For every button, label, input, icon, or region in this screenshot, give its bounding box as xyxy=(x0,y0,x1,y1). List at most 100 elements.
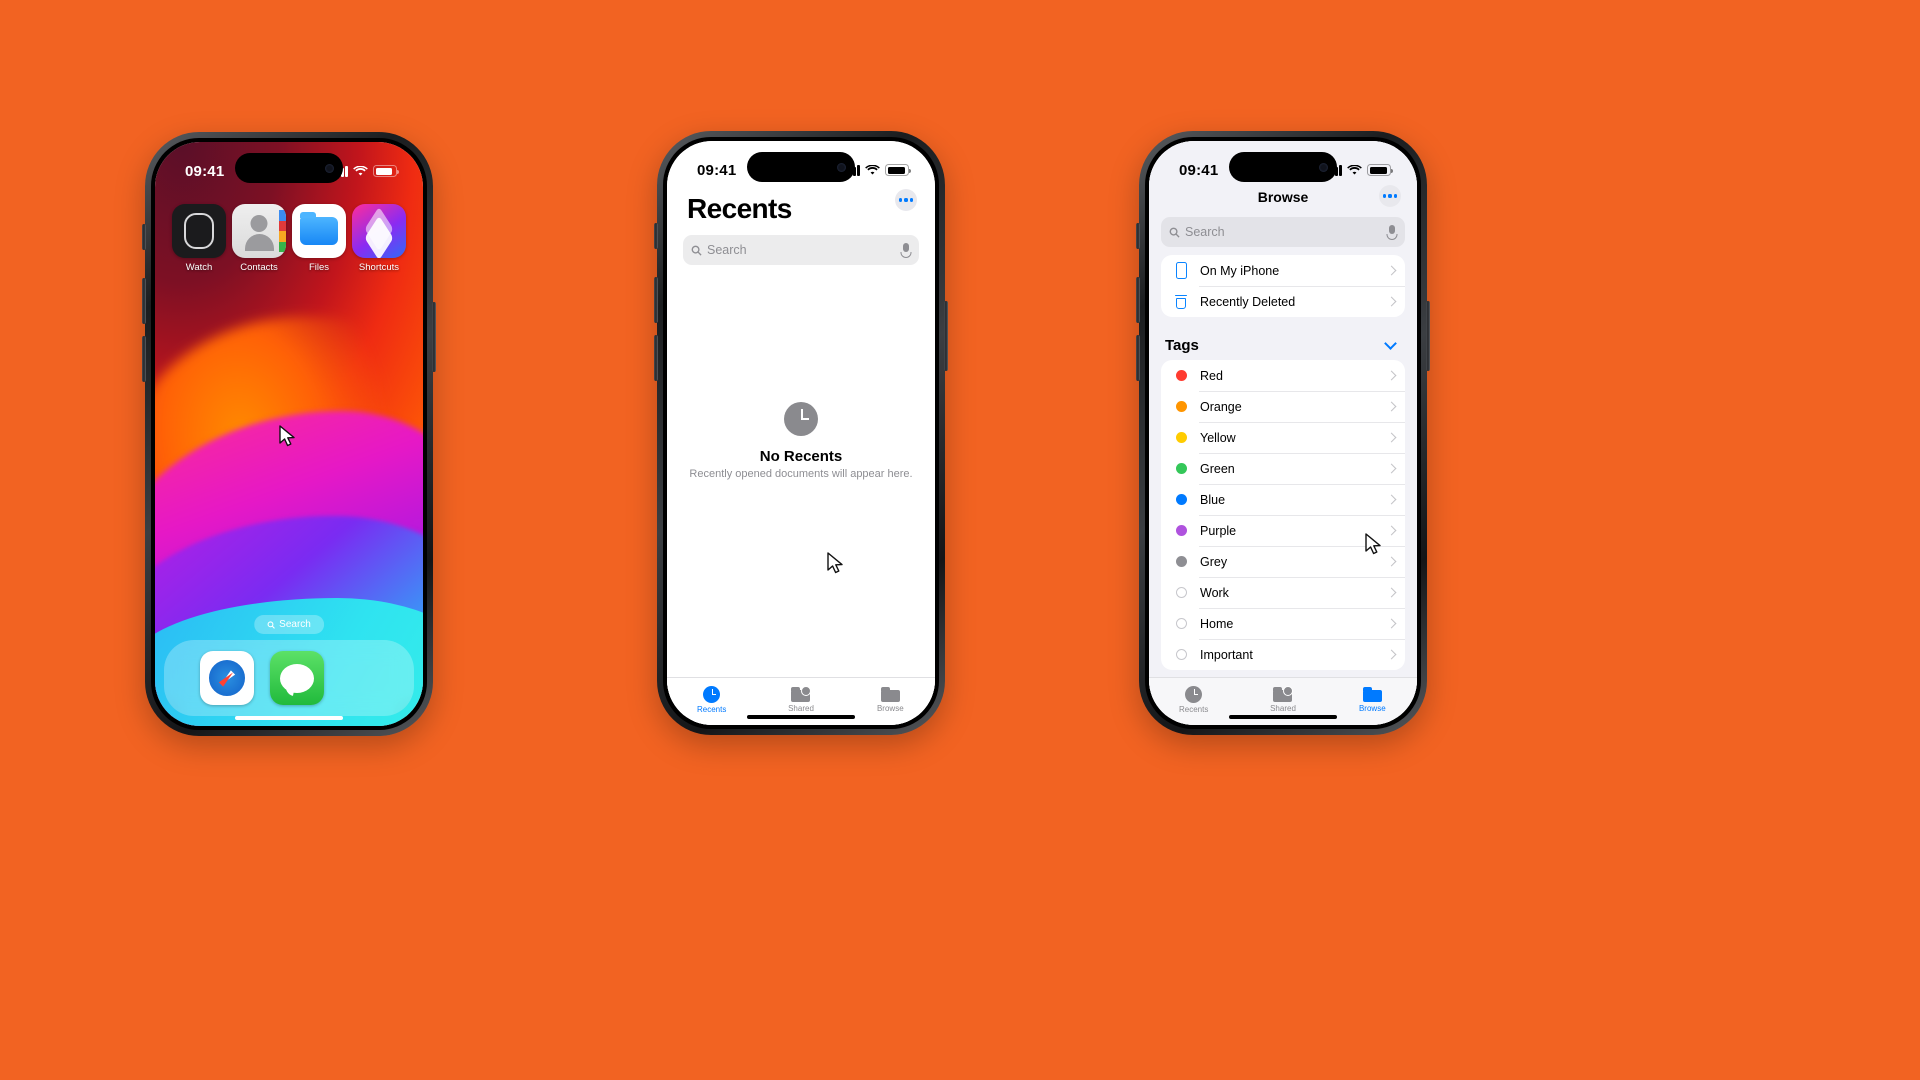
home-search-label: Search xyxy=(279,619,311,630)
shortcuts-app-icon xyxy=(352,204,406,258)
chevron-right-icon xyxy=(1386,618,1397,629)
app-grid: Watch Contacts Files Shortcuts xyxy=(155,204,423,273)
tab-browse[interactable]: Browse xyxy=(1328,678,1417,721)
volume-up-button[interactable] xyxy=(1136,277,1140,323)
chevron-right-icon xyxy=(1386,370,1397,381)
tag-label: Grey xyxy=(1200,554,1228,569)
phone-3-files-browse: 09:41 Browse Search On My iPhone Recentl… xyxy=(1136,131,1430,735)
clock-icon xyxy=(703,685,721,703)
tag-label: Work xyxy=(1200,585,1229,600)
tag-color-dot xyxy=(1175,556,1187,567)
safari-app-icon[interactable] xyxy=(200,651,254,705)
app-label: Contacts xyxy=(240,262,278,273)
tag-label: Red xyxy=(1200,368,1223,383)
chevron-down-icon[interactable] xyxy=(1384,337,1397,350)
volume-up-button[interactable] xyxy=(654,277,658,323)
tag-color-dot xyxy=(1175,494,1187,505)
list-item-tag[interactable]: Purple xyxy=(1161,515,1405,546)
tag-color-dot xyxy=(1175,370,1187,381)
dynamic-island xyxy=(747,152,855,182)
microphone-icon[interactable] xyxy=(900,242,911,258)
list-item-label: Recently Deleted xyxy=(1200,294,1296,309)
chevron-right-icon xyxy=(1386,401,1397,412)
tab-label: Browse xyxy=(1358,703,1386,713)
list-item-tag[interactable]: Green xyxy=(1161,453,1405,484)
tab-label: Recents xyxy=(1178,704,1209,714)
browse-list[interactable]: On My iPhone Recently Deleted Tags Red O… xyxy=(1149,255,1417,677)
tags-section-header[interactable]: Tags xyxy=(1161,329,1405,360)
volume-down-button[interactable] xyxy=(1136,335,1140,381)
tag-label: Purple xyxy=(1200,523,1237,538)
more-circle-icon[interactable] xyxy=(1379,185,1401,207)
search-input[interactable]: Search xyxy=(683,235,919,265)
tab-recents[interactable]: Recents xyxy=(667,678,756,721)
list-item-tag[interactable]: Home xyxy=(1161,608,1405,639)
volume-down-button[interactable] xyxy=(142,336,146,382)
app-icon-shortcuts[interactable]: Shortcuts xyxy=(349,204,409,273)
tag-color-dot xyxy=(1175,401,1187,412)
app-label: Files xyxy=(308,262,330,273)
home-search-pill[interactable]: Search xyxy=(254,615,324,634)
tags-card: Red Orange Yellow Green Blue Purple Grey… xyxy=(1161,360,1405,670)
home-indicator xyxy=(235,716,343,720)
trash-icon xyxy=(1171,294,1191,309)
tag-label: Orange xyxy=(1200,399,1242,414)
power-button[interactable] xyxy=(1426,301,1430,371)
section-title: Tags xyxy=(1165,337,1199,354)
clock-icon xyxy=(784,402,818,436)
list-item-tag[interactable]: Yellow xyxy=(1161,422,1405,453)
shared-folder-icon xyxy=(1273,685,1294,702)
app-icon-files[interactable]: Files xyxy=(289,204,349,273)
list-item-on-my-iphone[interactable]: On My iPhone xyxy=(1161,255,1405,286)
tab-recents[interactable]: Recents xyxy=(1149,678,1238,721)
dynamic-island xyxy=(1229,152,1337,182)
tag-label: Home xyxy=(1200,616,1234,631)
silent-switch[interactable] xyxy=(654,223,658,249)
phone-1-screen: 09:41 Watch Contacts Files Shortcuts Sea… xyxy=(155,142,423,726)
list-item-tag[interactable]: Red xyxy=(1161,360,1405,391)
chevron-right-icon xyxy=(1386,587,1397,598)
list-item-recently-deleted[interactable]: Recently Deleted xyxy=(1161,286,1405,317)
home-indicator xyxy=(747,715,855,719)
page-title: Recents xyxy=(687,193,792,224)
tab-label: Shared xyxy=(788,703,814,713)
folder-icon xyxy=(1362,686,1382,702)
tag-label: Important xyxy=(1200,647,1253,662)
app-icon-contacts[interactable]: Contacts xyxy=(229,204,289,273)
list-item-tag[interactable]: Blue xyxy=(1161,484,1405,515)
silent-switch[interactable] xyxy=(142,224,146,250)
files-app-browse: Browse Search On My iPhone Recently Dele… xyxy=(1149,141,1417,725)
tag-color-dot xyxy=(1175,587,1187,598)
empty-state-title: No Recents xyxy=(759,448,843,465)
tab-label: Recents xyxy=(696,704,727,714)
silent-switch[interactable] xyxy=(1136,223,1140,249)
search-input[interactable]: Search xyxy=(1161,217,1405,247)
phone-2-screen: 09:41 Recents Search No Recents Recently… xyxy=(667,141,935,725)
contacts-app-icon xyxy=(232,204,286,258)
microphone-icon[interactable] xyxy=(1386,224,1397,240)
files-app-recents: Recents Search No Recents Recently opene… xyxy=(667,141,935,725)
tag-color-dot xyxy=(1175,649,1187,660)
app-icon-watch[interactable]: Watch xyxy=(169,204,229,273)
phone-3-screen: 09:41 Browse Search On My iPhone Recentl… xyxy=(1149,141,1417,725)
volume-down-button[interactable] xyxy=(654,335,658,381)
list-item-tag[interactable]: Grey xyxy=(1161,546,1405,577)
volume-up-button[interactable] xyxy=(142,278,146,324)
tag-color-dot xyxy=(1175,463,1187,474)
messages-app-icon[interactable] xyxy=(270,651,324,705)
tab-browse[interactable]: Browse xyxy=(846,678,935,721)
locations-card: On My iPhone Recently Deleted xyxy=(1161,255,1405,317)
chevron-right-icon xyxy=(1386,494,1397,505)
phone-1-home-screen: 09:41 Watch Contacts Files Shortcuts Sea… xyxy=(142,132,436,736)
list-item-tag[interactable]: Work xyxy=(1161,577,1405,608)
list-item-tag[interactable]: Important xyxy=(1161,639,1405,670)
more-circle-icon[interactable] xyxy=(895,189,917,211)
home-indicator xyxy=(1229,715,1337,719)
tag-color-dot xyxy=(1175,432,1187,443)
power-button[interactable] xyxy=(944,301,948,371)
search-icon xyxy=(267,620,275,629)
power-button[interactable] xyxy=(432,302,436,372)
page-title: Browse xyxy=(1257,189,1309,205)
iphone-icon xyxy=(1171,262,1191,279)
list-item-tag[interactable]: Orange xyxy=(1161,391,1405,422)
